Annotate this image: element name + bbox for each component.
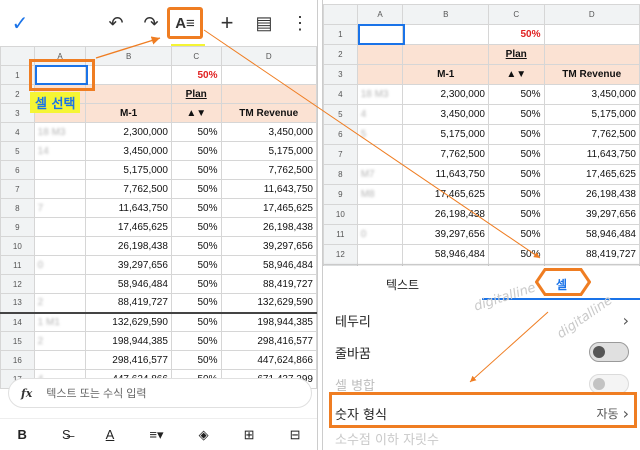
- arrow-to-format: [95, 36, 161, 59]
- tutorial-screenshot: ✓ ↶ ↷ A≡ + ▤ ⋮ 서식 ABCD150%2Plan3M-1▲▼TM …: [0, 0, 640, 450]
- callout-arrows: [95, 29, 549, 383]
- arrow-to-number-format: [469, 311, 549, 383]
- arrow-to-panel: [203, 29, 541, 259]
